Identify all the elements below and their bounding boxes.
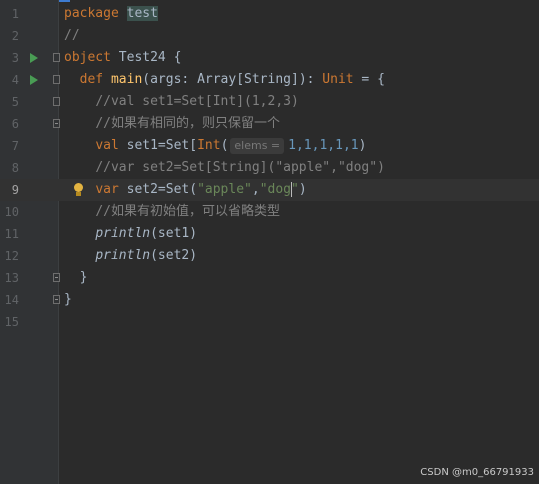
params: (args: Array[String]):	[142, 72, 323, 87]
fold-end-icon[interactable]	[53, 273, 60, 282]
code-line-11[interactable]: 11 println(set1)	[0, 223, 539, 245]
fold-end-icon[interactable]	[53, 295, 60, 304]
function-name: main	[110, 72, 143, 87]
comment: //val set1=Set[Int](1,2,3)	[95, 94, 299, 109]
code-line-8[interactable]: 8 //var set2=Set[String]("apple","dog")	[0, 157, 539, 179]
code-text: ,	[251, 182, 260, 197]
line-number: 2	[11, 29, 19, 43]
string-literal: "	[291, 182, 299, 197]
code-line-6[interactable]: 6 //如果有相同的，则只保留一个	[0, 113, 539, 135]
run-icon[interactable]	[30, 53, 38, 63]
line-number: 4	[11, 73, 19, 87]
fold-icon[interactable]	[53, 53, 60, 62]
code-text: (set1)	[150, 226, 198, 241]
line-number: 12	[4, 249, 19, 263]
type-name: Int	[197, 138, 221, 153]
code-editor[interactable]: 1 package test 2 // 3 object Test24 { 4 …	[0, 0, 539, 484]
fold-icon[interactable]	[53, 75, 60, 84]
fold-end-icon[interactable]	[53, 119, 60, 128]
code-text: set1=Set[	[118, 138, 198, 153]
code-text: = {	[353, 72, 385, 87]
run-icon[interactable]	[30, 75, 38, 85]
line-number: 10	[4, 205, 19, 219]
line-number: 15	[4, 315, 19, 329]
comment: //var set2=Set[String]("apple","dog")	[95, 160, 385, 175]
keyword: package	[64, 6, 119, 21]
code-lines[interactable]: 1 package test 2 // 3 object Test24 { 4 …	[0, 3, 539, 333]
line-number: 11	[4, 227, 19, 241]
code-text: (set2)	[150, 248, 198, 263]
package-name: test	[126, 6, 158, 21]
code-line-9[interactable]: 9 var set2=Set("apple","dog")	[0, 179, 539, 201]
number-literals: 1,1,1,1,1	[288, 138, 359, 153]
closing-brace: }	[79, 270, 88, 285]
code-line-1[interactable]: 1 package test	[0, 3, 539, 25]
code-line-12[interactable]: 12 println(set2)	[0, 245, 539, 267]
fold-icon[interactable]	[53, 97, 60, 106]
string-literal: "apple"	[197, 182, 252, 197]
watermark: CSDN @m0_66791933	[420, 467, 534, 478]
code-line-3[interactable]: 3 object Test24 {	[0, 47, 539, 69]
keyword: val	[95, 138, 119, 153]
function-call: println	[95, 226, 151, 241]
code-line-5[interactable]: 5 //val set1=Set[Int](1,2,3)	[0, 91, 539, 113]
line-number: 6	[11, 117, 19, 131]
code-line-2[interactable]: 2 //	[0, 25, 539, 47]
comment: //如果有相同的，则只保留一个	[95, 116, 280, 131]
line-number: 9	[11, 183, 19, 197]
code-line-15[interactable]: 15	[0, 311, 539, 333]
code-text: set2=Set(	[118, 182, 198, 197]
line-number: 13	[4, 271, 19, 285]
code-line-10[interactable]: 10 //如果有初始值，可以省略类型	[0, 201, 539, 223]
code-text: )	[358, 138, 367, 153]
code-line-4[interactable]: 4 def main(args: Array[String]): Unit = …	[0, 69, 539, 91]
comment: //如果有初始值，可以省略类型	[95, 204, 280, 219]
keyword: object	[64, 50, 111, 65]
comment: //	[64, 28, 80, 43]
return-type: Unit	[322, 72, 354, 87]
line-number: 5	[11, 95, 19, 109]
function-call: println	[95, 248, 151, 263]
keyword: var	[95, 182, 119, 197]
string-literal: "dog	[259, 182, 292, 197]
object-name: Test24 {	[110, 50, 182, 65]
line-number: 14	[4, 293, 19, 307]
line-number: 8	[11, 161, 19, 175]
parameter-hint: elems =	[230, 138, 285, 154]
code-line-14[interactable]: 14 }	[0, 289, 539, 311]
line-number: 3	[11, 51, 19, 65]
line-number: 1	[11, 7, 19, 21]
keyword: def	[79, 72, 104, 87]
code-text: )	[298, 182, 307, 197]
code-line-7[interactable]: 7 val set1=Set[Int(elems = 1,1,1,1,1)	[0, 135, 539, 157]
closing-brace: }	[64, 292, 72, 307]
line-number: 7	[11, 139, 19, 153]
code-text: (	[220, 138, 229, 153]
code-line-13[interactable]: 13 }	[0, 267, 539, 289]
